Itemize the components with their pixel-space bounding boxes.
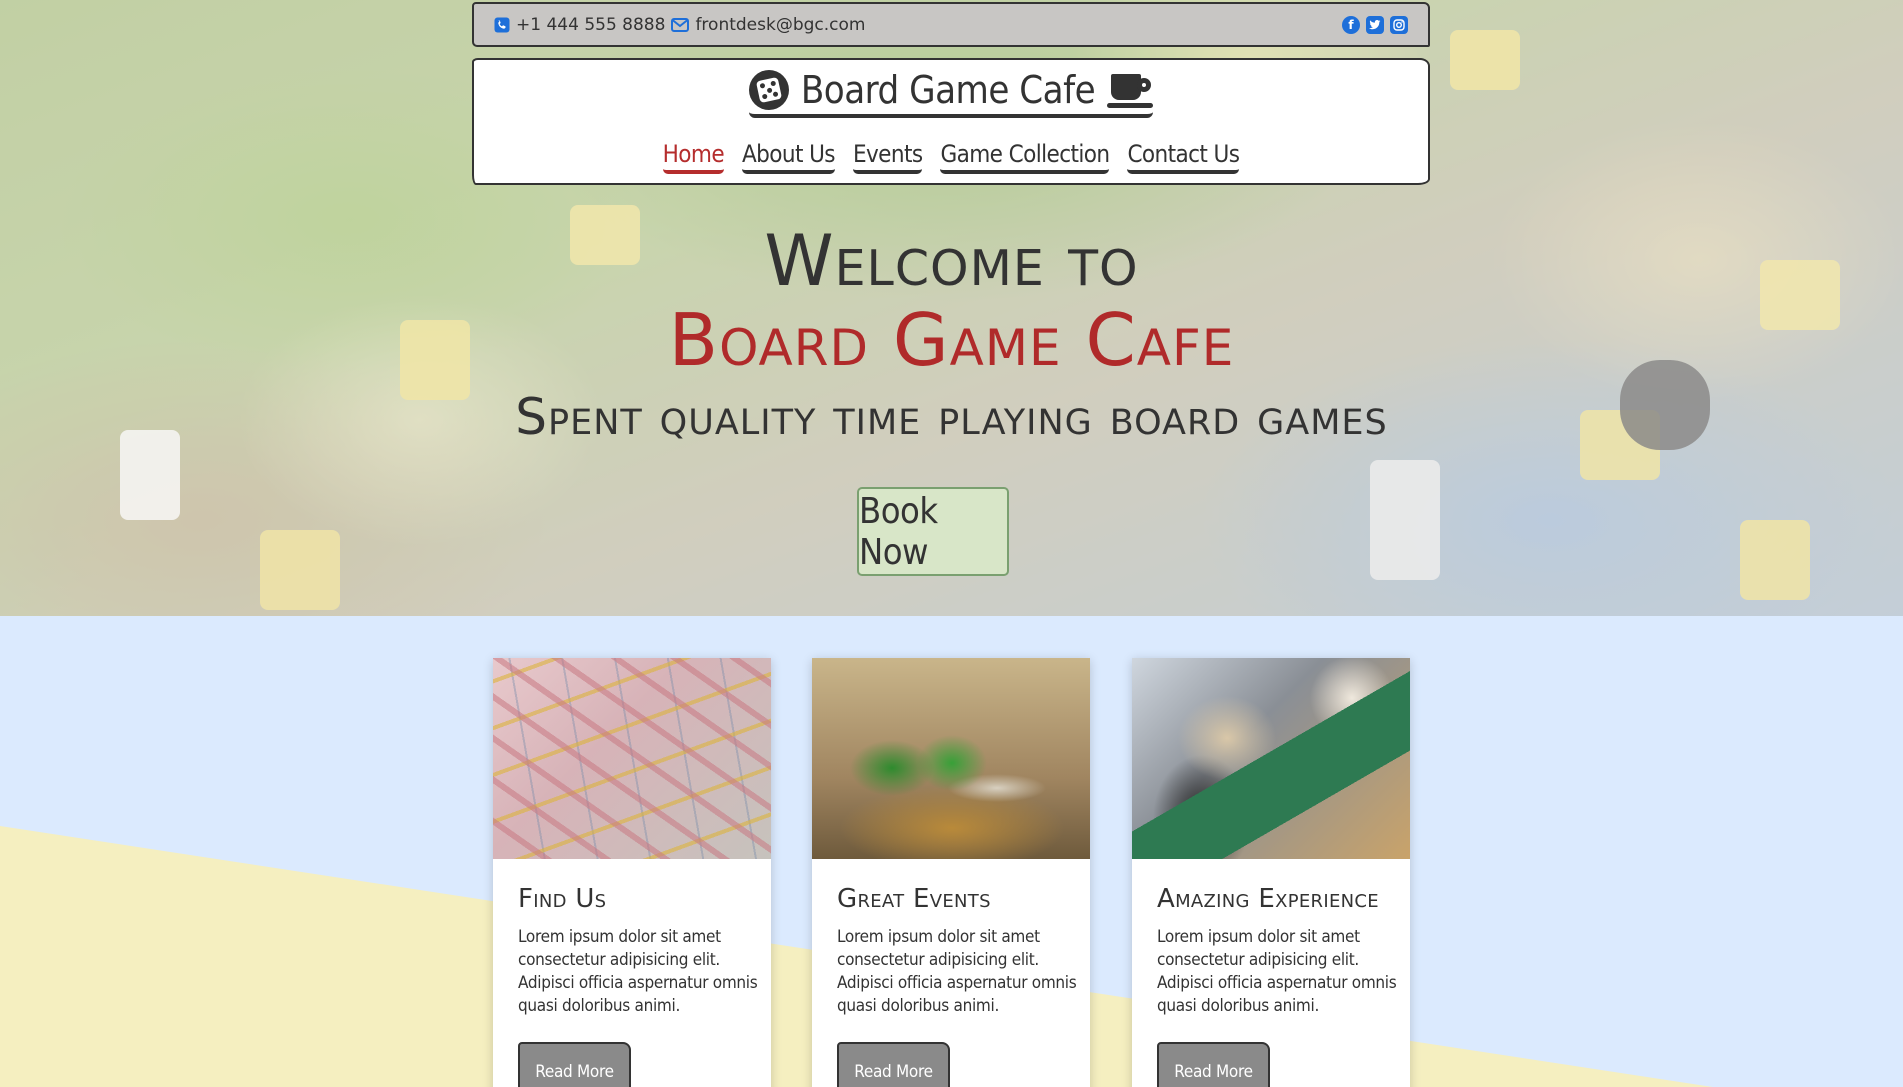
phone-number[interactable]: +1 444 555 8888 [516, 15, 665, 35]
coffee-cup-icon [1107, 70, 1154, 110]
hero-cafe-heading: Board Game Cafe [668, 298, 1235, 382]
envelope-icon [671, 17, 690, 32]
card-title: Great Events [837, 884, 991, 914]
instagram-icon[interactable] [1390, 15, 1408, 34]
feature-card-amazing-experience: Amazing Experience Lorem ipsum dolor sit… [1132, 658, 1410, 1087]
book-now-button[interactable]: Book Now [857, 487, 1009, 576]
card-text: Lorem ipsum dolor sit amet consectetur a… [1157, 927, 1397, 1016]
feature-card-find-us: Find Us Lorem ipsum dolor sit amet conse… [493, 658, 771, 1087]
social-links: f [1342, 15, 1408, 34]
facebook-icon[interactable]: f [1342, 15, 1360, 34]
brand-logo-link[interactable]: Board Game Cafe [748, 68, 1154, 118]
features-section: Find Us Lorem ipsum dolor sit amet conse… [0, 616, 1903, 1087]
feature-card-great-events: Great Events Lorem ipsum dolor sit amet … [812, 658, 1090, 1087]
contact-bar: +1 444 555 8888 frontdesk@bgc.com f [472, 2, 1430, 47]
hero-welcome-heading: Welcome to [764, 220, 1139, 302]
nav-item-home[interactable]: Home [662, 140, 725, 174]
nav-item-events[interactable]: Events [852, 140, 923, 174]
nav-item-contact-us[interactable]: Contact Us [1127, 140, 1240, 174]
read-more-button[interactable]: Read More [1157, 1042, 1270, 1087]
hero-section: +1 444 555 8888 frontdesk@bgc.com f Boar… [0, 0, 1903, 616]
meeples-image [812, 658, 1090, 859]
card-text: Lorem ipsum dolor sit amet consectetur a… [837, 927, 1077, 1016]
email-address[interactable]: frontdesk@bgc.com [695, 15, 865, 35]
card-title: Amazing Experience [1157, 884, 1379, 914]
read-more-button[interactable]: Read More [837, 1042, 950, 1087]
read-more-button[interactable]: Read More [518, 1042, 631, 1087]
brand-title: Board Game Cafe [800, 68, 1096, 112]
main-nav: Home About Us Events Game Collection Con… [474, 140, 1428, 174]
card-text: Lorem ipsum dolor sit amet consectetur a… [518, 927, 758, 1016]
twitter-icon[interactable] [1366, 15, 1384, 34]
site-header: Board Game Cafe Home About Us Events Gam… [472, 58, 1430, 185]
brand: Board Game Cafe [474, 68, 1428, 118]
nav-item-about-us[interactable]: About Us [742, 140, 836, 174]
phone-icon [494, 17, 510, 33]
nav-item-game-collection[interactable]: Game Collection [940, 140, 1110, 174]
foosball-image [1132, 658, 1410, 859]
contact-info: +1 444 555 8888 frontdesk@bgc.com [494, 15, 865, 35]
hero-subtitle: Spent quality time playing board games [515, 388, 1388, 446]
dice-icon [748, 70, 789, 110]
map-image [493, 658, 771, 859]
card-title: Find Us [518, 884, 607, 914]
